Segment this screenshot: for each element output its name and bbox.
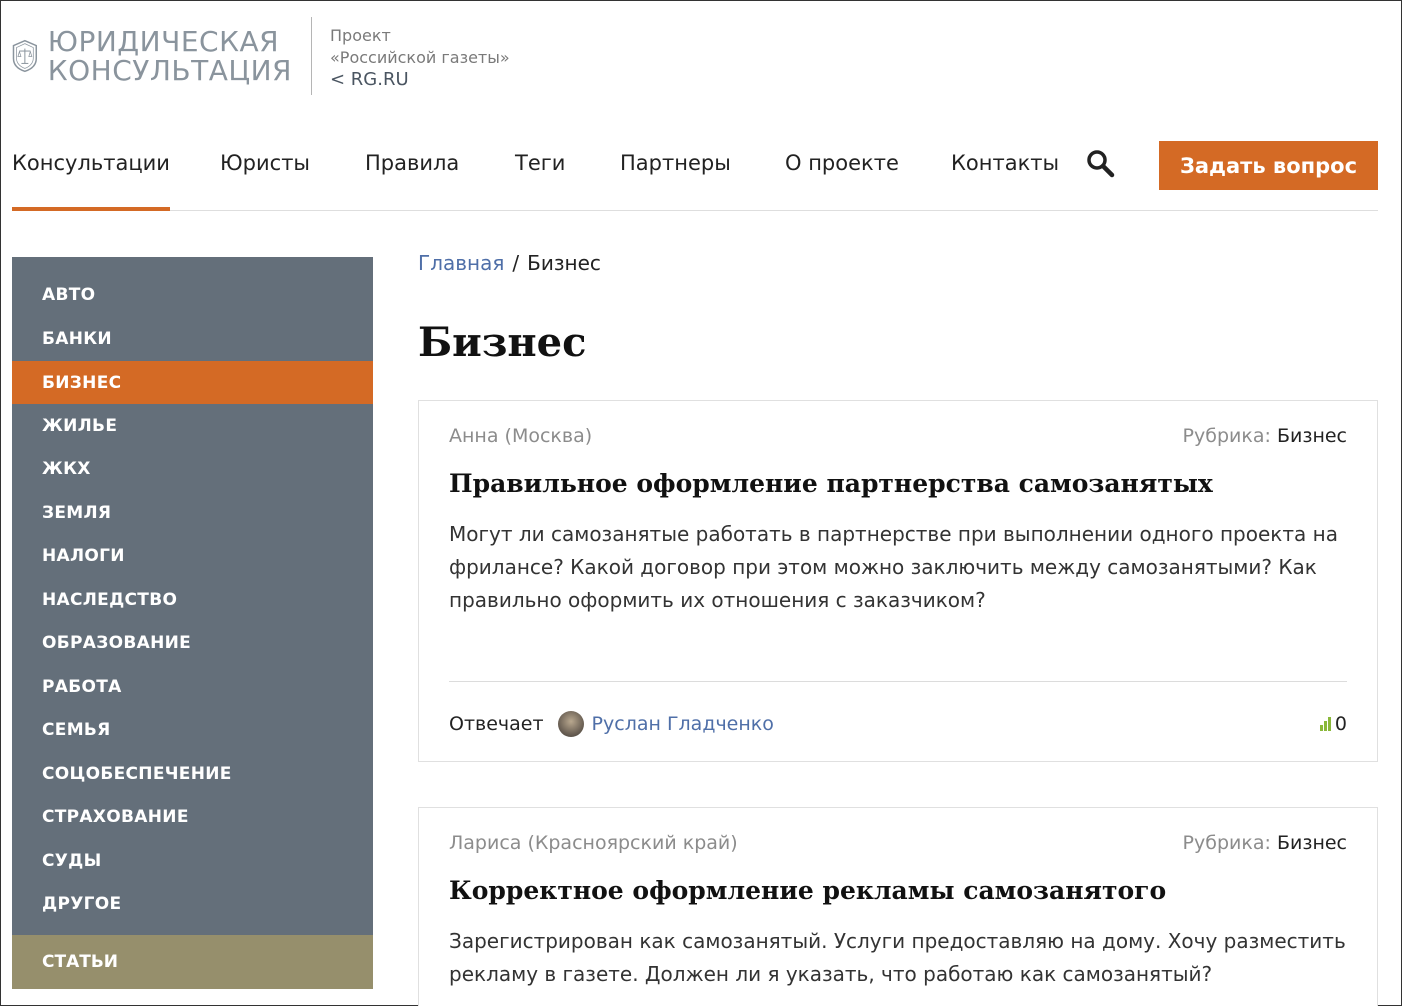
question-rubric: Рубрика: Бизнес (1183, 832, 1347, 854)
question-text: Могут ли самозанятые работать в партнерс… (449, 522, 1338, 612)
logo-text: ЮРИДИЧЕСКАЯ КОНСУЛЬТАЦИЯ (48, 27, 292, 85)
question-card[interactable]: Анна (Москва) Рубрика: Бизнес Правильное… (418, 400, 1378, 762)
question-title[interactable]: Правильное оформление партнерства самоза… (449, 469, 1213, 498)
nav-partners[interactable]: Партнеры (620, 151, 731, 175)
sidebar-item-housing[interactable]: ЖИЛЬЕ (12, 404, 373, 447)
expert-name-link[interactable]: Руслан Гладченко (592, 713, 774, 735)
nav-rules[interactable]: Правила (365, 151, 459, 175)
sidebar-item-taxes[interactable]: НАЛОГИ (12, 534, 373, 577)
sidebar-item-family[interactable]: СЕМЬЯ (12, 708, 373, 751)
nav-consultations[interactable]: Консультации (12, 151, 170, 211)
rubric-value: Бизнес (1276, 832, 1347, 854)
sidebar-item-banks[interactable]: БАНКИ (12, 317, 373, 360)
breadcrumb-separator: / (512, 251, 520, 275)
breadcrumb-home-link[interactable]: Главная (418, 251, 504, 275)
rating-value: 0 (1334, 713, 1347, 735)
rubric-label: Рубрика: (1182, 425, 1271, 447)
sidebar-item-land[interactable]: ЗЕМЛЯ (12, 491, 373, 534)
question-card[interactable]: Лариса (Красноярский край) Рубрика: Бизн… (418, 807, 1378, 1006)
rubric-value: Бизнес (1276, 425, 1347, 447)
page-title: Бизнес (418, 319, 587, 366)
sidebar-item-work[interactable]: РАБОТА (12, 665, 373, 708)
logo-line-1: ЮРИДИЧЕСКАЯ (47, 25, 280, 58)
sidebar-item-insurance[interactable]: СТРАХОВАНИЕ (12, 795, 373, 838)
sidebar-item-inheritance[interactable]: НАСЛЕДСТВО (12, 578, 373, 621)
sidebar-item-business[interactable]: БИЗНЕС (12, 361, 373, 404)
sidebar-item-education[interactable]: ОБРАЗОВАНИЕ (12, 621, 373, 664)
sidebar-item-social-security[interactable]: СОЦОБЕСПЕЧЕНИЕ (12, 752, 373, 795)
main-nav: Консультации Юристы Правила Теги Партнер… (12, 141, 1378, 211)
header-divider (311, 17, 312, 95)
sidebar-item-utilities[interactable]: ЖКХ (12, 447, 373, 490)
logo-line-2: КОНСУЛЬТАЦИЯ (47, 54, 292, 87)
project-info: Проект «Российской газеты» < RG.RU (330, 25, 510, 91)
rg-link[interactable]: < RG.RU (330, 69, 510, 91)
sidebar-item-other[interactable]: ДРУГОЕ (12, 882, 373, 925)
card-divider (449, 681, 1347, 682)
scales-shield-icon (12, 39, 38, 73)
question-title[interactable]: Корректное оформление рекламы самозанято… (449, 876, 1166, 905)
question-author: Анна (Москва) (449, 425, 593, 447)
answers-label: Отвечает (449, 713, 544, 735)
nav-lawyers[interactable]: Юристы (220, 151, 310, 175)
question-text: Зарегистрирован как самозанятый. Услуги … (449, 929, 1346, 986)
sidebar-item-courts[interactable]: СУДЫ (12, 839, 373, 882)
nav-about[interactable]: О проекте (785, 151, 899, 175)
site-logo[interactable]: ЮРИДИЧЕСКАЯ КОНСУЛЬТАЦИЯ (12, 21, 292, 91)
nav-contacts[interactable]: Контакты (951, 151, 1059, 175)
breadcrumb: Главная / Бизнес (418, 251, 601, 275)
project-label: Проект (330, 26, 391, 45)
rating: 0 (1319, 713, 1347, 735)
nav-tags[interactable]: Теги (515, 151, 565, 175)
question-footer: Отвечает Руслан Гладченко 0 (449, 711, 1347, 737)
question-author: Лариса (Красноярский край) (449, 832, 738, 854)
rating-bars-icon (1319, 717, 1331, 731)
question-rubric: Рубрика: Бизнес (1183, 425, 1347, 447)
rubric-label: Рубрика: (1182, 832, 1271, 854)
breadcrumb-current: Бизнес (527, 251, 601, 275)
sidebar-item-articles[interactable]: СТАТЬИ (12, 935, 373, 989)
ask-question-button[interactable]: Задать вопрос (1159, 141, 1378, 190)
expert-avatar[interactable] (557, 711, 584, 737)
category-sidebar: АВТО БАНКИ БИЗНЕС ЖИЛЬЕ ЖКХ ЗЕМЛЯ НАЛОГИ… (12, 257, 373, 989)
search-icon[interactable] (1086, 149, 1116, 179)
sidebar-item-auto[interactable]: АВТО (12, 273, 373, 316)
project-name: «Российской газеты» (330, 48, 510, 67)
